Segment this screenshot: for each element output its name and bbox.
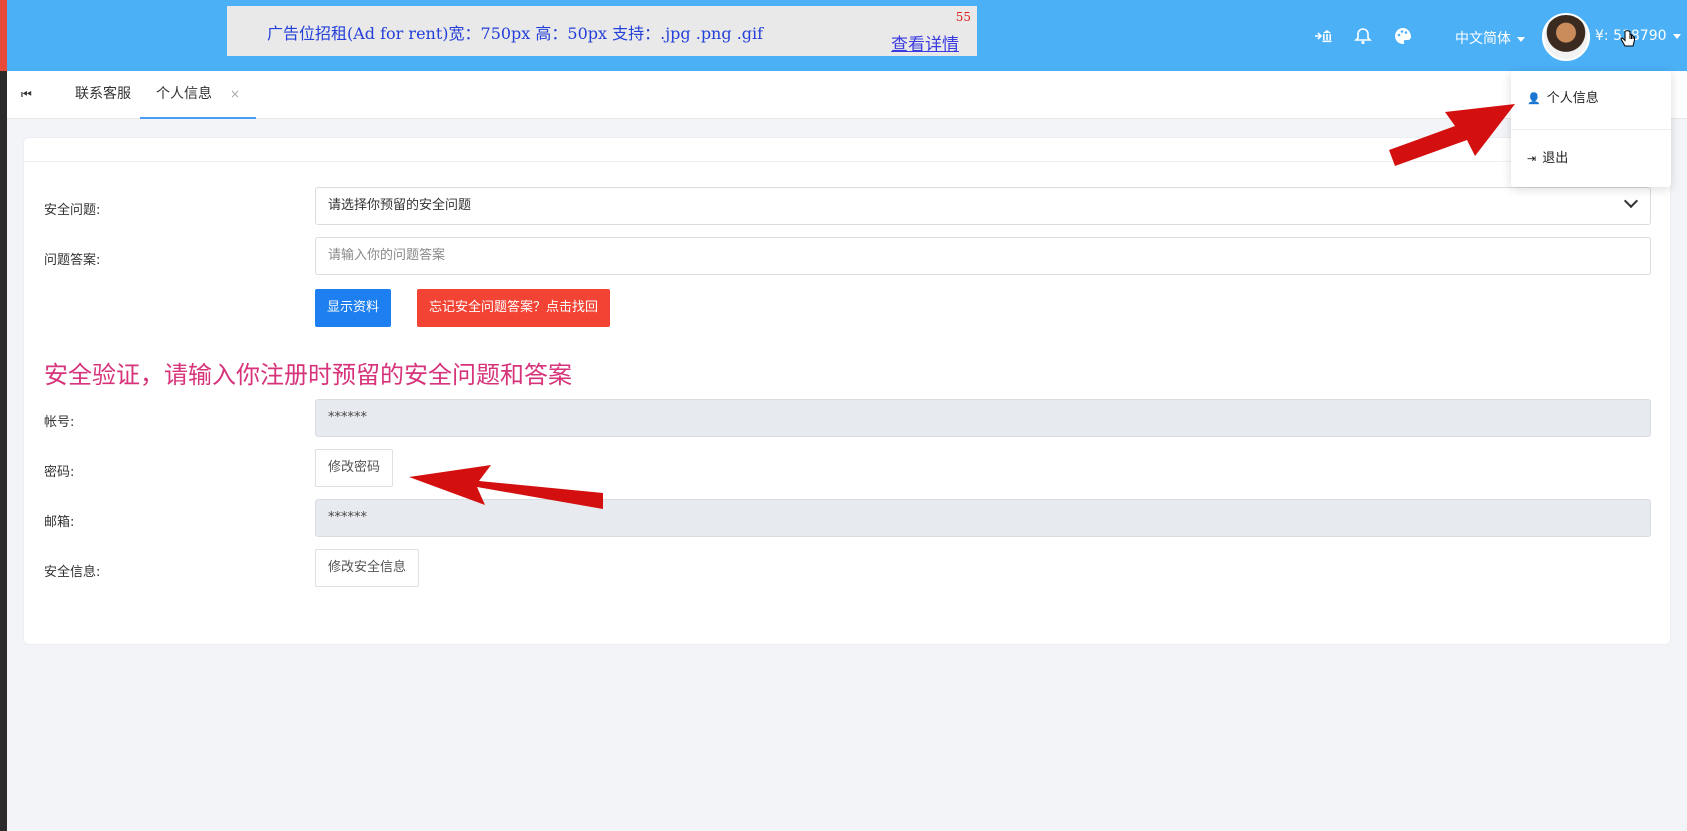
- show-info-button[interactable]: 显示资料: [315, 289, 392, 327]
- top-navbar: 广告位招租(Ad for rent)宽：750px 高：50px 支持：.jpg…: [7, 0, 1687, 71]
- hand-cursor-icon: [1620, 30, 1636, 54]
- content-area: 安全问题: 请选择你预留的安全问题 问题答案: 请输入你的问题答案 显示资料 忘…: [7, 119, 1687, 831]
- bell-icon[interactable]: [1353, 26, 1373, 46]
- change-password-button[interactable]: 修改密码: [315, 449, 394, 487]
- left-edge-strip: [0, 0, 7, 831]
- security-info-label: 安全信息:: [44, 565, 101, 580]
- chevron-down-icon: [1623, 193, 1639, 209]
- dropdown-item-label: 退出: [1542, 151, 1569, 166]
- email-field: ******: [315, 499, 1651, 537]
- chevron-down-icon: [1672, 33, 1681, 39]
- answer-label: 问题答案:: [44, 253, 101, 268]
- change-security-info-button[interactable]: 修改安全信息: [315, 549, 420, 587]
- ad-text: 广告位招租(Ad for rent)宽：750px 高：50px 支持：.jpg…: [267, 24, 764, 43]
- tab-personal-info[interactable]: 个人信息 ×: [140, 71, 257, 119]
- ad-banner[interactable]: 广告位招租(Ad for rent)宽：750px 高：50px 支持：.jpg…: [227, 6, 977, 56]
- ad-details-link[interactable]: 查看详情: [891, 30, 959, 55]
- sign-in-bank-icon[interactable]: [1313, 26, 1333, 46]
- language-selector[interactable]: 中文简体: [1455, 28, 1525, 48]
- chevron-down-icon: [1517, 36, 1525, 42]
- close-icon[interactable]: ×: [230, 87, 240, 101]
- dropdown-divider: [1511, 129, 1671, 130]
- user-dropdown-menu: 👤 个人信息 ⇥ 退出: [1511, 71, 1671, 187]
- account-field: ******: [315, 399, 1651, 437]
- profile-card: 安全问题: 请选择你预留的安全问题 问题答案: 请输入你的问题答案 显示资料 忘…: [23, 137, 1671, 645]
- password-label: 密码:: [44, 465, 75, 480]
- tab-label: 个人信息: [156, 86, 212, 102]
- security-question-select[interactable]: 请选择你预留的安全问题: [315, 187, 1651, 225]
- card-header: [24, 138, 1670, 162]
- email-label: 邮箱:: [44, 515, 75, 530]
- balance-menu[interactable]: ¥: 518790: [1595, 28, 1681, 44]
- security-question-label: 安全问题:: [44, 203, 101, 218]
- dropdown-item-logout[interactable]: ⇥ 退出: [1511, 131, 1671, 187]
- dropdown-item-label: 个人信息: [1546, 91, 1599, 106]
- email-value: ******: [328, 510, 367, 525]
- language-label: 中文简体: [1455, 31, 1511, 47]
- tab-label: 联系客服: [75, 86, 131, 102]
- first-tab-nav-icon[interactable]: ⏮: [21, 87, 32, 102]
- answer-input[interactable]: 请输入你的问题答案: [315, 237, 1651, 275]
- security-verify-title: 安全验证，请输入你注册时预留的安全问题和答案: [44, 361, 572, 389]
- forgot-answer-button[interactable]: 忘记安全问题答案？点击找回: [417, 289, 611, 327]
- answer-placeholder: 请输入你的问题答案: [328, 248, 446, 263]
- palette-icon[interactable]: [1393, 26, 1413, 46]
- account-label: 帐号:: [44, 415, 75, 430]
- avatar[interactable]: [1542, 13, 1590, 61]
- tab-bar: ⏮ 联系客服 个人信息 ×: [7, 71, 1687, 119]
- user-icon: 👤: [1527, 92, 1541, 105]
- security-question-value: 请选择你预留的安全问题: [328, 198, 472, 213]
- account-value: ******: [328, 410, 367, 425]
- ad-countdown: 55: [955, 10, 971, 24]
- tab-contact-support[interactable]: 联系客服: [59, 71, 147, 119]
- logout-icon: ⇥: [1527, 152, 1537, 165]
- left-edge-accent: [0, 0, 7, 71]
- dropdown-item-profile[interactable]: 👤 个人信息: [1511, 71, 1671, 127]
